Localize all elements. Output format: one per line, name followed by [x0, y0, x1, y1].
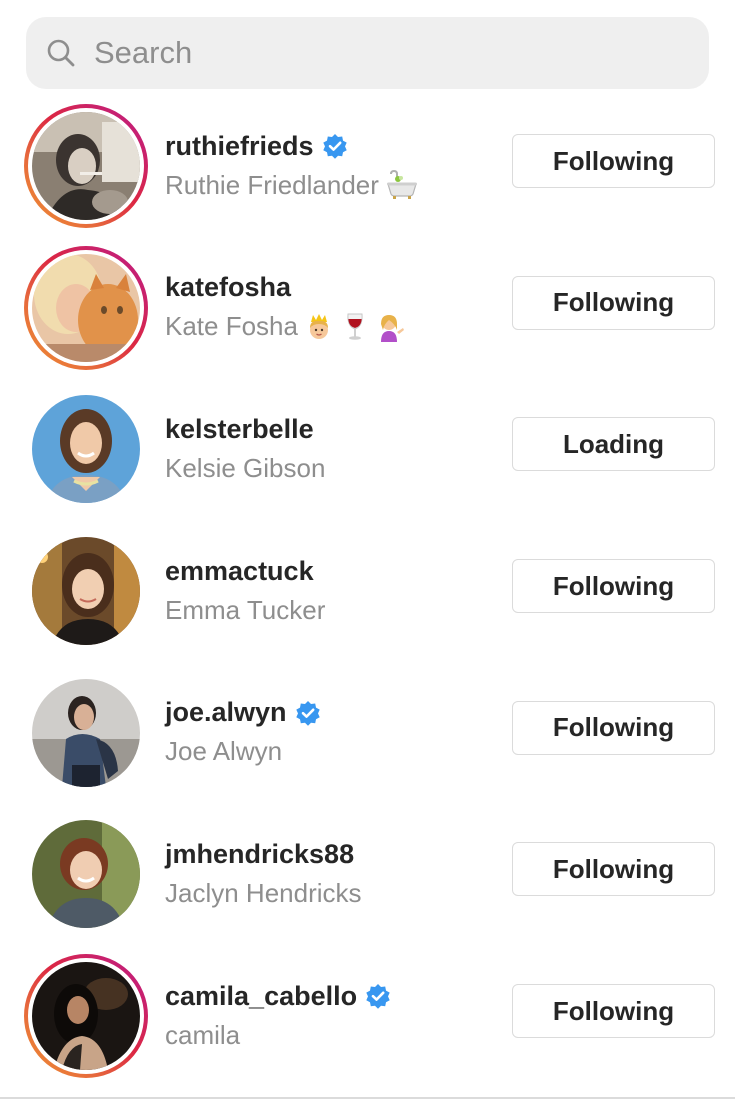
divider [0, 1097, 735, 1099]
princess-emoji-icon [304, 312, 334, 342]
avatar-container[interactable] [24, 812, 148, 936]
story-ring[interactable] [24, 954, 148, 1079]
search-icon [47, 39, 75, 67]
search-bar[interactable] [26, 17, 709, 89]
avatar-container[interactable] [24, 671, 148, 795]
avatar[interactable] [32, 253, 140, 362]
username[interactable]: kelsterbelle [165, 414, 314, 445]
following-button[interactable]: Following [512, 275, 715, 330]
username[interactable]: jmhendricks88 [165, 839, 354, 870]
avatar-container[interactable] [24, 387, 148, 511]
avatar[interactable] [32, 820, 140, 929]
list-item: emmactuck Emma Tucker Following [0, 525, 735, 667]
full-name: Jaclyn Hendricks [165, 877, 362, 908]
list-item: joe.alwyn Joe Alwyn Following [0, 667, 735, 809]
full-name: Kate Fosha [165, 311, 298, 342]
full-name: Emma Tucker [165, 594, 326, 625]
avatar-container[interactable] [24, 529, 148, 653]
verified-badge-icon [322, 134, 347, 159]
story-ring[interactable] [24, 245, 148, 370]
bathtub-emoji-icon [385, 170, 417, 200]
list-item: katefosha Kate Fosha Following [0, 242, 735, 384]
following-button[interactable]: Following [512, 984, 715, 1039]
avatar[interactable] [32, 678, 140, 787]
full-name: Ruthie Friedlander [165, 169, 379, 200]
list-item: ruthiefrieds Ruthie Friedlander Followin… [0, 100, 735, 242]
avatar[interactable] [32, 537, 140, 646]
following-list: ruthiefrieds Ruthie Friedlander Followin… [0, 100, 735, 1092]
wine-glass-emoji-icon [340, 312, 370, 342]
username[interactable]: ruthiefrieds [165, 131, 314, 162]
username[interactable]: emmactuck [165, 556, 314, 587]
list-item: jmhendricks88 Jaclyn Hendricks Following [0, 808, 735, 950]
tipping-hand-woman-emoji-icon [376, 312, 406, 342]
following-button[interactable]: Following [512, 700, 715, 755]
list-item: kelsterbelle Kelsie Gibson Loading [0, 383, 735, 525]
avatar[interactable] [32, 112, 140, 220]
following-button[interactable]: Following [512, 134, 715, 188]
verified-badge-icon [295, 700, 320, 726]
username[interactable]: camila_cabello [165, 981, 357, 1012]
username[interactable]: joe.alwyn [165, 697, 287, 728]
search-input[interactable] [94, 17, 694, 89]
loading-button[interactable]: Loading [512, 417, 715, 472]
list-item: camila_cabello camila Following [0, 950, 735, 1092]
avatar[interactable] [32, 962, 140, 1071]
avatar[interactable] [32, 395, 140, 504]
full-name: Kelsie Gibson [165, 452, 326, 483]
full-name: Joe Alwyn [165, 736, 283, 767]
username[interactable]: katefosha [165, 272, 291, 303]
story-ring[interactable] [24, 104, 148, 228]
verified-badge-icon [366, 984, 390, 1009]
following-button[interactable]: Following [512, 559, 715, 614]
following-button[interactable]: Following [512, 842, 715, 897]
full-name: camila [165, 1019, 241, 1050]
